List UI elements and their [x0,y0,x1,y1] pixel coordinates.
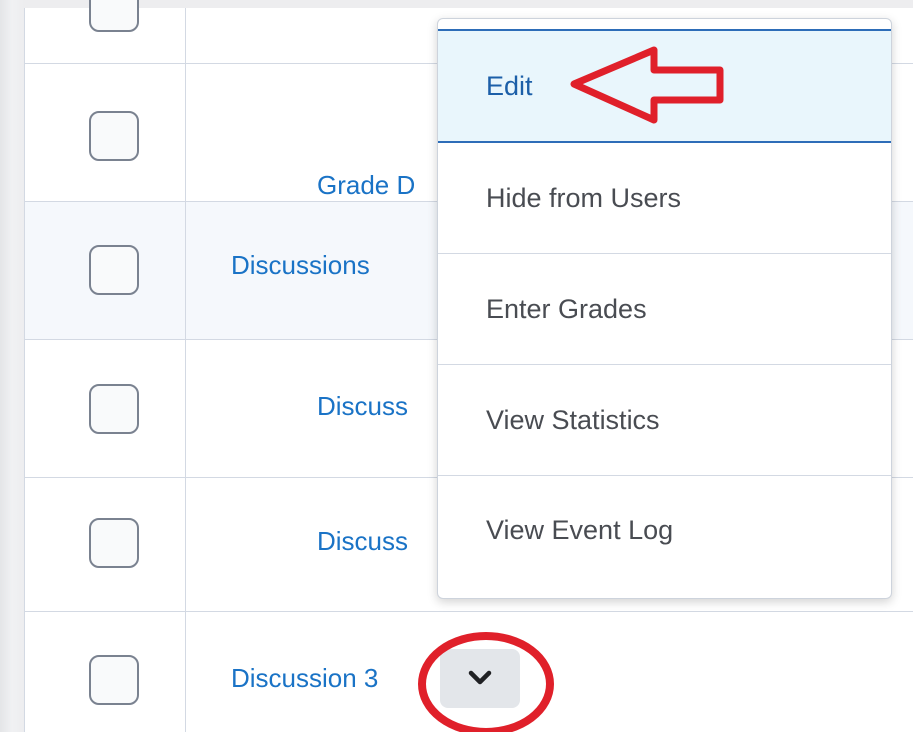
grade-item-link[interactable]: Discussion 3 [231,663,378,694]
grade-item-link[interactable]: Discuss [317,391,408,422]
annotation-arrow-icon [570,46,724,124]
menu-item-view-event-log[interactable]: View Event Log [438,476,891,584]
row-checkbox[interactable] [89,518,139,568]
menu-item-view-statistics[interactable]: View Statistics [438,365,891,476]
row-checkbox[interactable] [89,245,139,295]
annotation-circle-icon [418,632,554,732]
column-divider [185,8,186,732]
category-link[interactable]: Discussions [231,250,370,281]
row-checkbox[interactable] [89,111,139,161]
menu-item-hide-from-users[interactable]: Hide from Users [438,143,891,254]
menu-item-enter-grades[interactable]: Enter Grades [438,254,891,365]
grade-item-link[interactable]: Grade D [317,170,415,201]
grade-item-link[interactable]: Discuss [317,526,408,557]
row-checkbox[interactable] [89,655,139,705]
row-checkbox[interactable] [89,0,139,32]
row-checkbox[interactable] [89,384,139,434]
